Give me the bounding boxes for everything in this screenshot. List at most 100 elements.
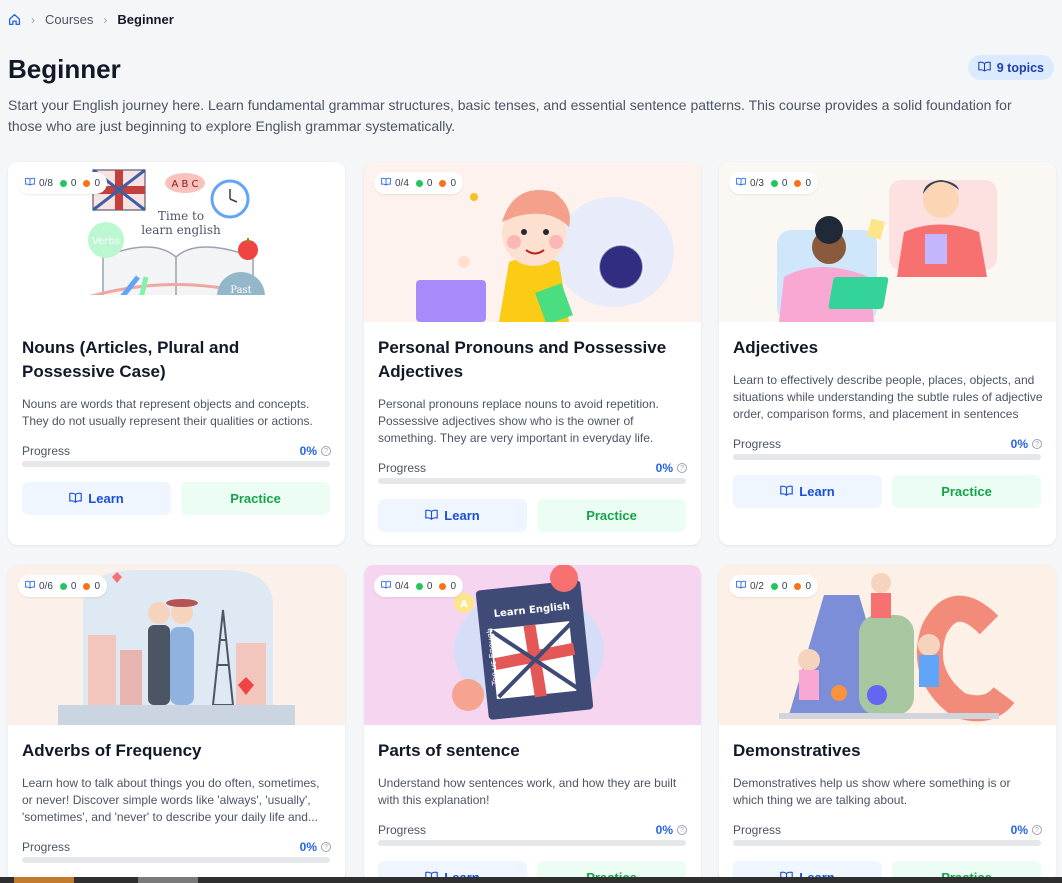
taskbar-segment [138,877,198,883]
progress-bar [22,461,330,467]
topic-stats: 0/2 0 0 [729,575,819,597]
orange-count: 0 [450,177,457,189]
topic-description: Understand how sentences work, and how t… [378,776,677,807]
svg-text:A: A [460,599,468,610]
help-icon[interactable]: ? [677,825,687,835]
topic-description: Demonstratives help us show where someth… [733,776,1011,807]
green-count: 0 [781,177,788,189]
topic-card[interactable]: 0/2 0 0 Demonstratives Demonstratives he… [719,565,1056,883]
progress-value: 0% ? [300,840,331,854]
practice-button[interactable]: Practice [892,475,1041,508]
green-count: 0 [781,580,788,592]
progress-value: 0% ? [656,823,687,837]
breadcrumb-current: Beginner [117,12,174,27]
topic-description: Learn how to talk about things you do of… [22,776,320,824]
topic-title[interactable]: Nouns (Articles, Plural and Possessive C… [22,336,327,384]
taskbar-segment [14,877,74,883]
orange-dot-icon [439,582,447,590]
progress-label: Progress [22,840,71,854]
progress-bar [378,840,686,846]
course-description: Start your English journey here. Learn f… [8,97,1012,134]
progress-percent: 0% [299,444,317,458]
topic-stats: 0/6 0 0 [18,575,108,597]
progress-bar [733,840,1041,846]
topic-stats: 0/8 0 0 [18,172,108,194]
book-icon [978,61,991,75]
topic-title[interactable]: Adverbs of Frequency [22,739,327,763]
help-icon[interactable]: ? [321,842,331,852]
learn-button[interactable]: Learn [22,482,171,515]
orange-count: 0 [94,580,101,592]
progress-percent: 0% [1010,823,1028,837]
topic-stats: 0/3 0 0 [729,172,819,194]
lessons-count: 0/3 [750,177,764,189]
book-icon [736,177,746,189]
green-dot-icon [59,582,67,590]
home-icon[interactable] [8,13,21,26]
topic-title[interactable]: Personal Pronouns and Possessive Adjecti… [378,336,683,384]
orange-count: 0 [805,177,812,189]
book-icon [25,580,35,592]
green-count: 0 [426,580,433,592]
green-count: 0 [70,580,77,592]
progress-value: 0% ? [1011,823,1042,837]
green-dot-icon [415,582,423,590]
progress-percent: 0% [655,823,673,837]
progress-label: Progress [733,437,782,451]
chevron-right-icon: › [103,12,108,27]
progress-label: Progress [378,823,427,837]
topic-description: Nouns are words that represent objects a… [22,397,313,428]
topic-title[interactable]: Parts of sentence [378,739,683,763]
lessons-count: 0/4 [395,177,409,189]
learn-button[interactable]: Learn [733,475,882,508]
practice-button[interactable]: Practice [181,482,330,515]
progress-percent: 0% [299,840,317,854]
help-icon[interactable]: ? [1032,825,1042,835]
orange-dot-icon [83,582,91,590]
progress-bar [378,478,686,484]
illustration-verbs-label: Verbs [92,236,120,247]
topic-stats: 0/4 0 0 [374,575,464,597]
green-count: 0 [70,177,77,189]
help-icon[interactable]: ? [1032,439,1042,449]
learn-label: Learn [799,484,835,499]
progress-value: 0% ? [1011,437,1042,451]
learn-label: Learn [88,491,124,506]
lessons-count: 0/8 [39,177,53,189]
practice-label: Practice [941,484,992,499]
book-icon [425,508,439,523]
topic-title[interactable]: Demonstratives [733,739,1038,763]
orange-dot-icon [83,179,91,187]
topic-card[interactable]: 0/6 0 0 Adverbs of Frequency Learn how t… [8,565,345,883]
book-icon [780,484,794,499]
book-icon [381,177,391,189]
help-icon[interactable]: ? [321,446,331,456]
lessons-count: 0/2 [750,580,764,592]
topic-card[interactable]: Learn English Too vs Enough A 0/4 0 0 Pa… [364,565,701,883]
topic-card[interactable]: 0/3 0 0 Adjectives Learn to effectively … [719,162,1056,545]
learn-button[interactable]: Learn [378,499,527,532]
progress-value: 0% ? [300,444,331,458]
breadcrumb: › Courses › Beginner [8,12,174,27]
book-icon [381,580,391,592]
breadcrumb-courses[interactable]: Courses [45,12,93,27]
illustration-abc-label: A B C [171,179,198,190]
topic-card[interactable]: 0/4 0 0 Personal Pronouns and Possessive… [364,162,701,545]
progress-label: Progress [378,461,427,475]
illustration-past-label: Past [230,285,251,295]
book-icon [25,177,35,189]
progress-bar [733,454,1041,460]
green-dot-icon [415,179,423,187]
orange-dot-icon [439,179,447,187]
topic-card[interactable]: A B C Time to learn english Verbs Past t… [8,162,345,545]
topic-title[interactable]: Adjectives [733,336,1038,360]
practice-label: Practice [586,508,637,523]
topic-description: Personal pronouns replace nouns to avoid… [378,397,659,445]
progress-percent: 0% [1010,437,1028,451]
green-dot-icon [59,179,67,187]
progress-label: Progress [22,444,71,458]
topics-count: 9 topics [996,60,1044,75]
practice-button[interactable]: Practice [537,499,686,532]
illustration-time-label: Time to [158,209,204,223]
help-icon[interactable]: ? [677,463,687,473]
